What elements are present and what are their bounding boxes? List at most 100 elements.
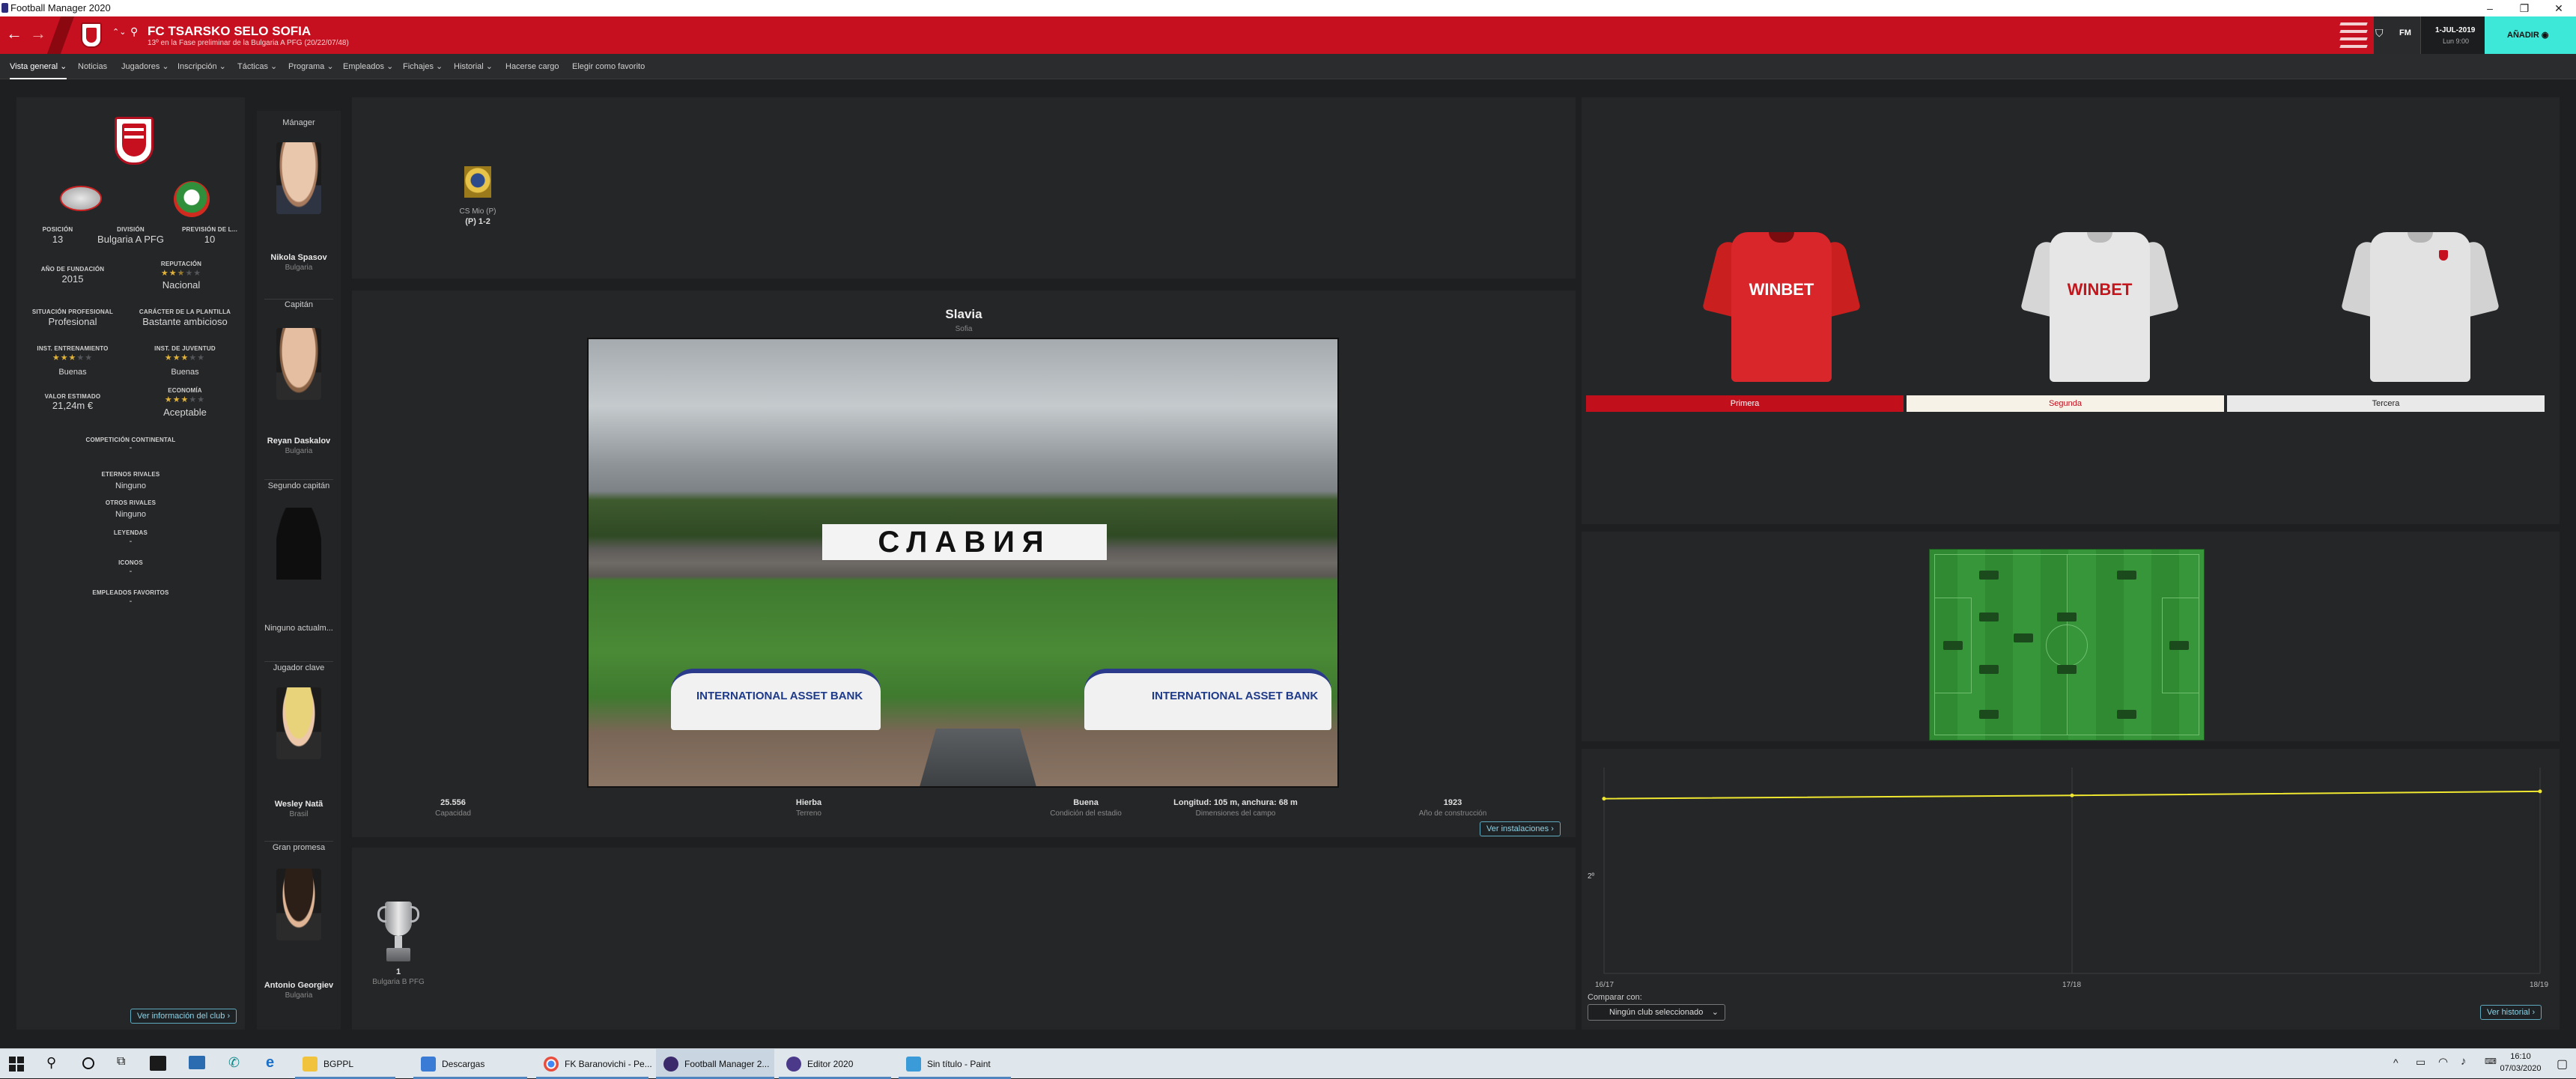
menu-noticias[interactable]: Noticias (78, 54, 107, 79)
taskbar-date[interactable]: 07/03/2020 (2488, 1064, 2554, 1073)
player-marker[interactable] (1943, 641, 1963, 650)
menu-vista-general[interactable]: Vista general ⌄ (10, 54, 67, 79)
taskbar-app-descargas[interactable]: Descargas (413, 1049, 527, 1079)
menu-tacticas[interactable]: Tácticas ⌄ (237, 54, 277, 79)
player-marker[interactable] (1979, 710, 1999, 719)
club-info-panel: POSICIÓN 13 DIVISIÓN Bulgaria A PFG PREV… (16, 97, 245, 1030)
tactics-pitch[interactable] (1929, 549, 2205, 741)
kit-tab-tercera[interactable]: Tercera (2227, 395, 2545, 412)
cortana-icon[interactable] (82, 1057, 94, 1069)
continue-button[interactable]: AÑADIR ◉ (2485, 16, 2576, 54)
series-point[interactable] (1602, 797, 1606, 801)
trophies-panel: 1 Bulgaria B PFG (352, 848, 1576, 1030)
player-marker[interactable] (1979, 613, 1999, 621)
start-icon[interactable] (9, 1057, 24, 1072)
league-logo-icon[interactable] (60, 186, 102, 211)
search-icon[interactable]: ⚲ (130, 25, 138, 38)
mail-icon[interactable] (189, 1056, 205, 1069)
away-kit-shirt[interactable]: WINBET (2020, 232, 2179, 382)
player-marker[interactable] (2117, 710, 2136, 719)
third-kit-shirt[interactable] (2341, 232, 2500, 382)
close-button[interactable]: ✕ (2542, 0, 2576, 16)
dimensions-label: Dimensiones del campo (1195, 809, 1276, 818)
tray-chevron-icon[interactable]: ^ (2393, 1057, 2399, 1069)
taskbar-app-editor[interactable]: Editor 2020 (779, 1049, 891, 1079)
menu-inscripcion[interactable]: Inscripción ⌄ (177, 54, 226, 79)
compare-label: Comparar con: (1588, 993, 1642, 1002)
battery-icon[interactable]: ▭ (2416, 1056, 2425, 1069)
phone-icon[interactable]: ✆ (228, 1055, 240, 1071)
taskbar-app-label: BGPPL (323, 1059, 354, 1069)
kit-tab-primera[interactable]: Primera (1586, 395, 1904, 412)
match-score[interactable]: (P) 1-2 (427, 217, 529, 226)
date-block[interactable] (2420, 16, 2485, 54)
taskbar-app-fm2020[interactable]: Football Manager 2... (656, 1049, 774, 1079)
shield-icon[interactable]: ⛉ (2375, 27, 2384, 40)
fm-button[interactable]: FM (2399, 28, 2411, 37)
trophy-icon[interactable] (376, 902, 421, 969)
caracter-label: CARÁCTER DE LA PLANTILLA (139, 308, 231, 315)
prospect-name[interactable]: Antonio Georgiev (257, 981, 341, 990)
division-value[interactable]: Bulgaria A PFG (88, 234, 174, 245)
captain-photo[interactable] (276, 328, 321, 400)
trophy-competition[interactable]: Bulgaria B PFG (353, 978, 443, 986)
opponent-crest-icon[interactable] (464, 166, 491, 198)
club-crest-icon[interactable] (81, 22, 102, 48)
player-marker[interactable] (2014, 633, 2033, 642)
left-ad: INTERNATIONAL ASSET BANK (696, 690, 863, 702)
menu-jugadores[interactable]: Jugadores ⌄ (121, 54, 169, 79)
key-player-name[interactable]: Wesley Natã (257, 800, 341, 809)
taskbar-clock[interactable]: 16:10 (2498, 1052, 2543, 1061)
maximize-button[interactable]: ❐ (2507, 0, 2542, 16)
taskbar-app-bgppl[interactable]: BGPPL (295, 1049, 395, 1079)
manager-photo[interactable] (276, 142, 321, 214)
player-marker[interactable] (2117, 571, 2136, 580)
taskbar-app-chrome[interactable]: FK Baranovichi - Pe... (536, 1049, 652, 1079)
window-titlebar: Football Manager 2020 – ❐ ✕ (0, 0, 2576, 16)
menu-elegir-favorito[interactable]: Elegir como favorito (572, 54, 645, 79)
capacity-label: Capacidad (435, 809, 471, 818)
key-player-role: Jugador clave (273, 663, 325, 672)
captain-name[interactable]: Reyan Daskalov (257, 437, 341, 446)
surface-label: Terreno (796, 809, 821, 818)
updown-icon[interactable]: ⌃⌄ (112, 27, 126, 37)
compare-value: Ningún club seleccionado (1609, 1008, 1704, 1017)
key-player-photo[interactable] (276, 687, 321, 759)
series-point[interactable] (2070, 793, 2074, 797)
manager-name[interactable]: Nikola Spasov (257, 253, 341, 262)
opponent-name[interactable]: CS Mio (P) (427, 207, 529, 216)
edge-icon[interactable]: e (266, 1054, 274, 1072)
volume-icon[interactable]: ♪ (2461, 1055, 2467, 1068)
kit-tab-segunda[interactable]: Segunda (1907, 395, 2224, 412)
menu-fichajes[interactable]: Fichajes ⌄ (403, 54, 443, 79)
ver-historial-button[interactable]: Ver historial › (2480, 1005, 2542, 1020)
player-marker[interactable] (1979, 665, 1999, 674)
menu-empleados[interactable]: Empleados ⌄ (343, 54, 393, 79)
prospect-photo[interactable] (276, 869, 321, 940)
notifications-icon[interactable]: ▢ (2557, 1057, 2568, 1072)
player-marker[interactable] (2057, 665, 2077, 674)
player-marker[interactable] (2169, 641, 2189, 650)
wifi-icon[interactable]: ◠ (2438, 1055, 2448, 1069)
menu-programa[interactable]: Programa ⌄ (288, 54, 334, 79)
eternos-label: ETERNOS RIVALES (101, 471, 160, 478)
nation-flag-icon[interactable] (174, 181, 210, 217)
forward-arrow-icon[interactable]: → (30, 24, 46, 43)
reputacion-stars: ★★★★★ (160, 269, 202, 278)
menu-hacerse-cargo[interactable]: Hacerse cargo (505, 54, 559, 79)
player-marker[interactable] (2057, 613, 2077, 621)
menu-historial[interactable]: Historial ⌄ (454, 54, 493, 79)
compare-dropdown[interactable]: Ningún club seleccionado ⌄ (1588, 1004, 1725, 1021)
store-icon[interactable] (150, 1056, 166, 1071)
header-divider (46, 16, 75, 54)
home-kit-shirt[interactable]: WINBET (1702, 232, 1861, 382)
minimize-button[interactable]: – (2473, 0, 2507, 16)
search-icon[interactable]: ⚲ (46, 1055, 56, 1071)
task-view-icon[interactable]: ⧉ (117, 1055, 125, 1069)
back-arrow-icon[interactable]: ← (6, 24, 22, 43)
taskbar-app-paint[interactable]: Sin título - Paint (899, 1049, 1011, 1079)
ver-info-club-button[interactable]: Ver información del club › (130, 1009, 237, 1024)
ver-instalaciones-button[interactable]: Ver instalaciones › (1480, 821, 1561, 836)
series-point[interactable] (2538, 789, 2542, 794)
player-marker[interactable] (1979, 571, 1999, 580)
